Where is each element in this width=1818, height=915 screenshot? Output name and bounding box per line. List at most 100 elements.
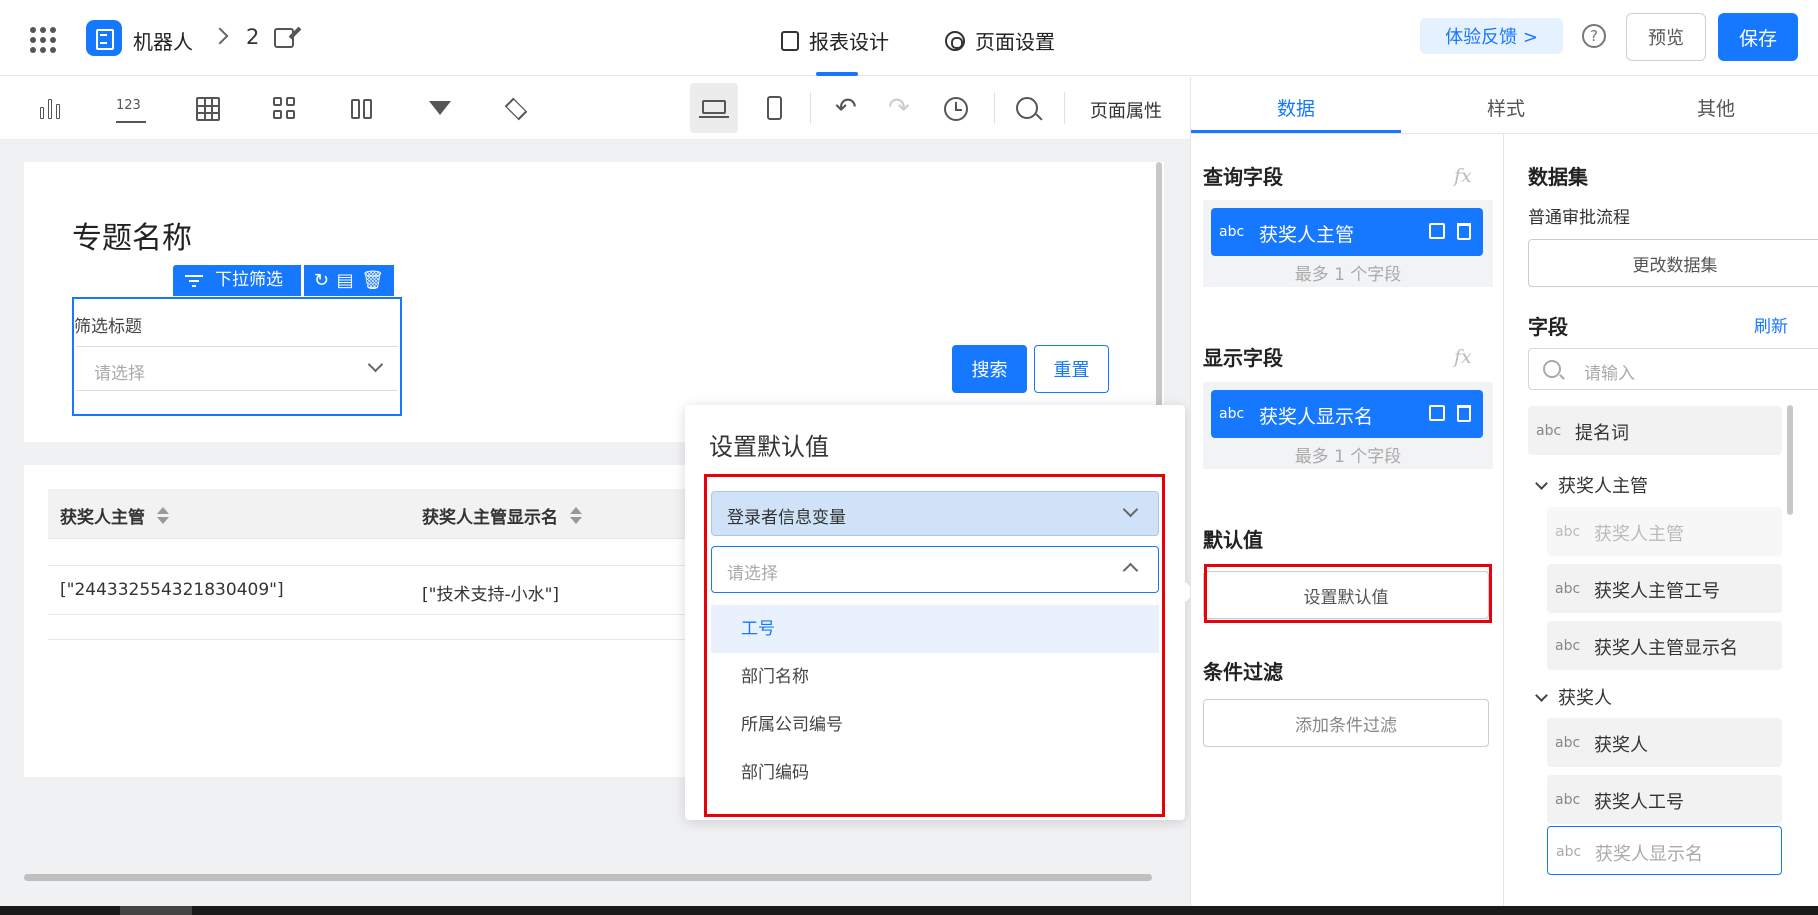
top-header: 机器人 2 报表设计 页面设置 体验反馈 > ? 预览 保存 [0, 0, 1818, 76]
chip-label: 获奖人主管 [1259, 224, 1355, 246]
sort-icon[interactable] [157, 506, 169, 525]
edit-name-icon[interactable] [274, 28, 294, 48]
field-name: 获奖人工号 [1594, 792, 1684, 813]
field-item[interactable]: abc 获奖人工号 [1547, 775, 1782, 824]
panel-tab-data[interactable]: 数据 [1191, 94, 1401, 121]
active-tab-indicator [1191, 130, 1401, 133]
blocks-icon[interactable] [273, 97, 297, 121]
set-default-value-button[interactable]: 设置默认值 [1203, 571, 1489, 619]
property-panel: 数据 样式 其他 查询字段 fx abc 获奖人主管 最多 1 个字段 显示字段… [1190, 77, 1818, 907]
filter-placeholder: 请选择 [94, 364, 145, 384]
variable-type-select[interactable]: 登录者信息变量 [711, 491, 1159, 536]
save-button[interactable]: 保存 [1718, 13, 1798, 61]
feedback-button[interactable]: 体验反馈 > [1420, 18, 1563, 54]
chevron-down-icon [1535, 688, 1548, 702]
display-field-chip[interactable]: abc 获奖人显示名 [1211, 390, 1483, 438]
display-field-dropzone[interactable]: abc 获奖人显示名 最多 1 个字段 [1203, 382, 1493, 469]
dataset-title: 数据集 [1528, 165, 1588, 189]
filter-select[interactable]: 请选择 [76, 346, 398, 391]
edit-icon[interactable] [1429, 405, 1445, 421]
report-design-icon [781, 30, 799, 51]
dropdown-filter-widget[interactable]: 筛选标题 请选择 [72, 297, 402, 416]
field-group[interactable]: 获奖人 [1535, 684, 1612, 710]
fields-scrollbar[interactable] [1787, 405, 1793, 515]
filter-widget-toolbar: 下拉筛选 ↻ ▤ 🗑 [173, 265, 394, 296]
table-cell: ["技术支持-小水"] [422, 585, 560, 605]
field-name: 获奖人 [1594, 735, 1648, 756]
columns-icon[interactable] [351, 97, 375, 121]
field-item[interactable]: abc 获奖人主管工号 [1547, 564, 1782, 613]
preview-button[interactable]: 预览 [1626, 13, 1706, 61]
field-search-input[interactable]: 请输入 [1528, 348, 1818, 390]
delete-icon[interactable] [1457, 405, 1471, 422]
field-search-placeholder: 请输入 [1584, 364, 1635, 384]
add-condition-filter-button[interactable]: 添加条件过滤 [1203, 699, 1489, 747]
field-group[interactable]: 获奖人主管 [1535, 472, 1648, 498]
taskbar-strip [0, 906, 1818, 915]
help-icon[interactable]: ? [1582, 24, 1606, 48]
panel-tab-style[interactable]: 样式 [1401, 94, 1611, 121]
page-properties-button[interactable]: 页面属性 [1090, 97, 1162, 123]
filter-icon[interactable] [429, 101, 451, 115]
tab-page-settings[interactable]: 页面设置 [945, 26, 1055, 55]
column-header[interactable]: 获奖人主管 [60, 503, 169, 528]
option-item[interactable]: 部门名称 [711, 653, 1159, 701]
option-item[interactable]: 部门编码 [711, 749, 1159, 797]
filter-lines-icon [185, 274, 203, 287]
number-icon[interactable]: 123 [116, 99, 146, 123]
text-type-icon: abc [1555, 638, 1581, 654]
column-header-label: 获奖人主管显示名 [422, 508, 558, 528]
text-type-icon: abc [1556, 844, 1582, 860]
page-title[interactable]: 专题名称 [72, 213, 192, 257]
panel-tab-other[interactable]: 其他 [1611, 94, 1818, 121]
delete-icon[interactable]: 🗑 [361, 270, 384, 291]
change-dataset-button[interactable]: 更改数据集 [1528, 239, 1818, 287]
refresh-icon[interactable]: ↻ [314, 270, 329, 291]
copy-icon[interactable]: ▤ [337, 270, 354, 291]
tab-report-design[interactable]: 报表设计 [781, 26, 889, 55]
report-name: 2 [246, 25, 260, 49]
refresh-fields-link[interactable]: 刷新 [1754, 312, 1788, 337]
variable-attribute-select[interactable]: 请选择 [711, 546, 1159, 593]
option-item[interactable]: 所属公司编号 [711, 701, 1159, 749]
mobile-view-button[interactable] [750, 83, 798, 133]
field-item[interactable]: abc 获奖人 [1547, 718, 1782, 767]
field-item[interactable]: abc 提名词 [1528, 406, 1782, 455]
query-field-chip[interactable]: abc 获奖人主管 [1211, 208, 1483, 256]
search-icon[interactable] [1016, 97, 1038, 119]
app-name[interactable]: 机器人 [133, 26, 193, 55]
filter-tag-label: 下拉筛选 [215, 270, 283, 290]
gear-icon [945, 30, 965, 51]
delete-icon[interactable] [1457, 223, 1471, 240]
sort-icon[interactable] [570, 506, 582, 525]
divider [994, 92, 995, 124]
divider [1064, 92, 1065, 124]
redo-icon[interactable]: ↷ [888, 95, 914, 121]
attribute-options-list: 工号 部门名称 所属公司编号 部门编码 [711, 605, 1159, 797]
reset-button[interactable]: 重置 [1034, 345, 1109, 393]
vertical-scrollbar[interactable] [1156, 162, 1162, 430]
option-item[interactable]: 工号 [711, 605, 1159, 653]
dropdown-filter-tag[interactable]: 下拉筛选 [173, 265, 301, 296]
formula-icon[interactable]: fx [1454, 165, 1472, 187]
chip-label: 获奖人显示名 [1259, 406, 1374, 428]
history-icon[interactable] [944, 97, 968, 121]
table-icon[interactable] [196, 97, 220, 121]
bar-chart-icon[interactable] [40, 97, 64, 121]
layers-icon[interactable] [504, 97, 528, 121]
field-name: 获奖人显示名 [1595, 844, 1703, 865]
formula-icon[interactable]: fx [1454, 346, 1472, 368]
desktop-view-button[interactable] [690, 83, 738, 133]
undo-icon[interactable]: ↶ [835, 95, 861, 121]
column-header[interactable]: 获奖人主管显示名 [422, 503, 582, 528]
search-button[interactable]: 搜索 [952, 345, 1027, 393]
query-field-dropzone[interactable]: abc 获奖人主管 最多 1 个字段 [1203, 200, 1493, 287]
field-item[interactable]: abc 获奖人主管显示名 [1547, 621, 1782, 670]
text-type-icon: abc [1219, 224, 1245, 240]
field-item[interactable]: abc 获奖人显示名 [1547, 826, 1782, 875]
horizontal-scrollbar[interactable] [24, 874, 1152, 881]
chevron-down-icon [1535, 476, 1548, 490]
text-type-icon: abc [1536, 423, 1562, 439]
edit-icon[interactable] [1429, 223, 1445, 239]
apps-grid-icon[interactable] [30, 27, 56, 53]
